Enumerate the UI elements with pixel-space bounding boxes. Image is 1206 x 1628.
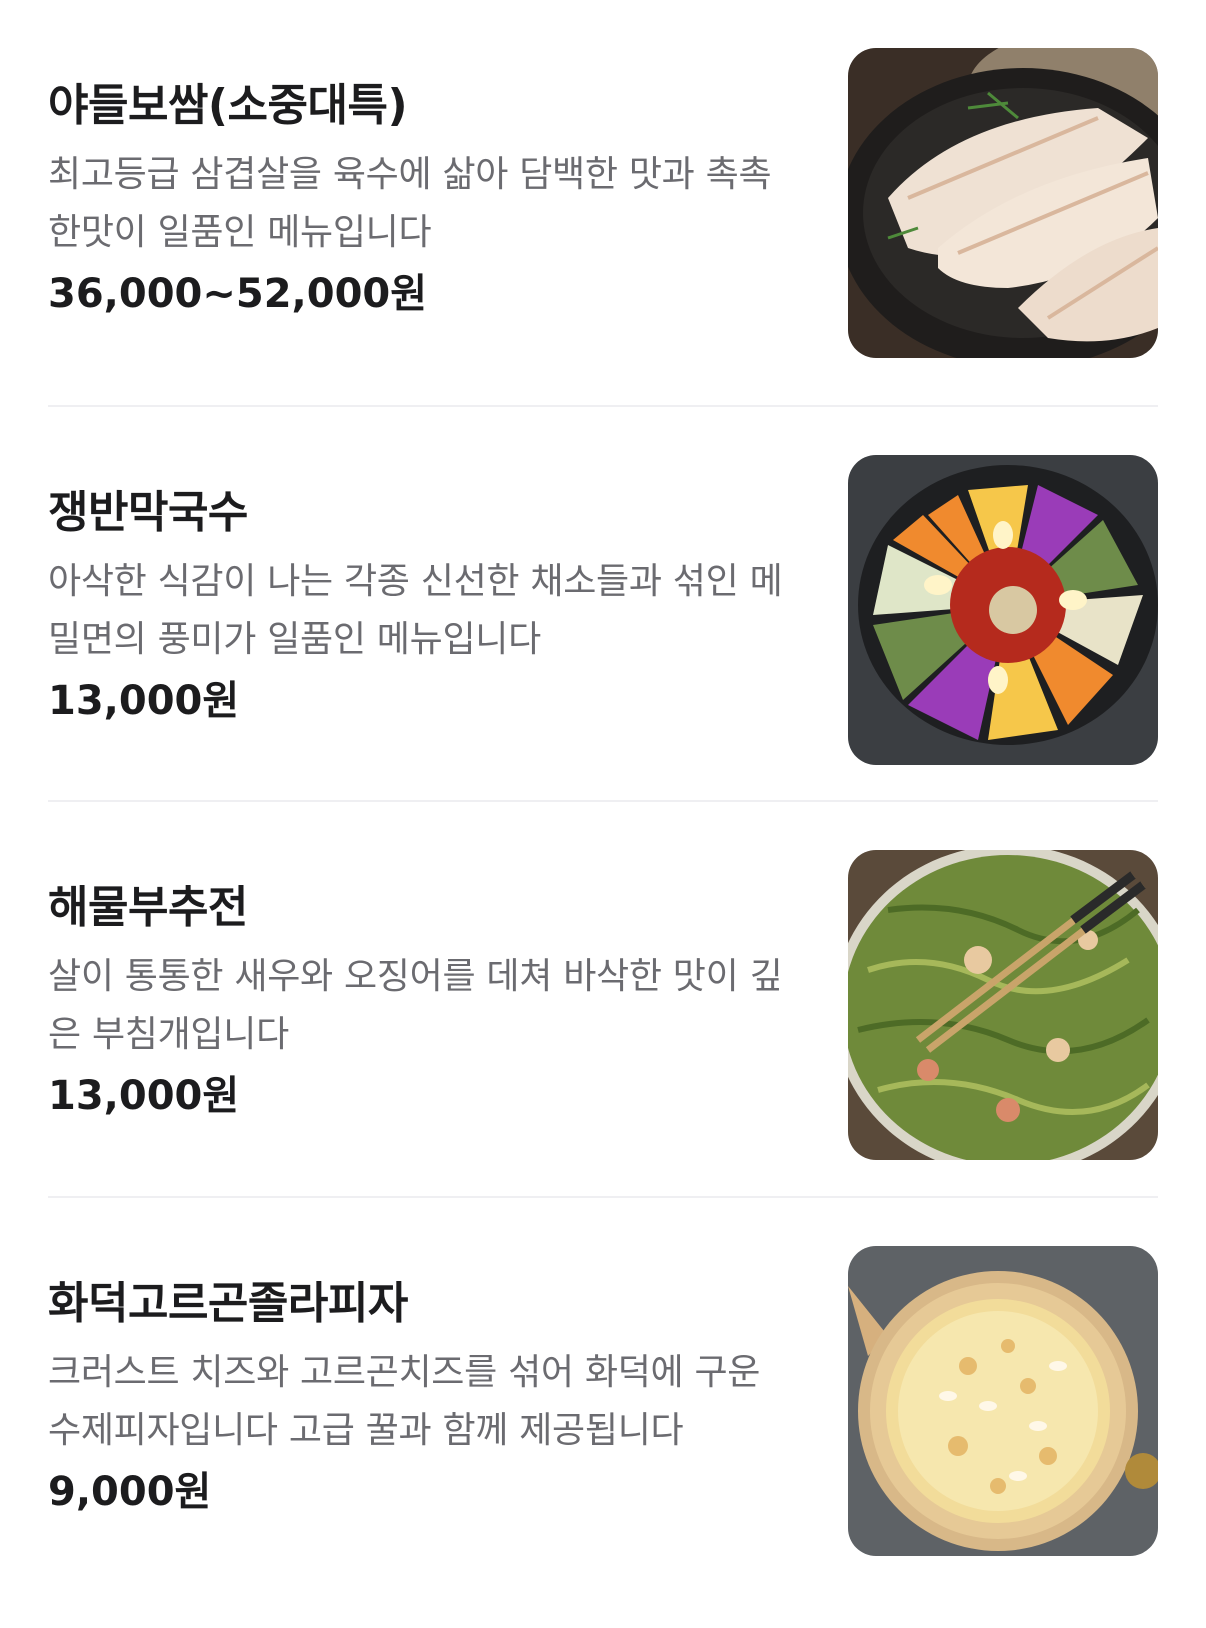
menu-item-price: 13,000원 [48,678,240,724]
menu-item-makguksu[interactable]: 쟁반막국수 아삭한 식감이 나는 각종 신선한 채소들과 섞인 메밀면의 풍미가… [48,455,1158,765]
menu-item-name: 해물부추전 [48,882,248,933]
menu-item-price: 36,000~52,000원 [48,271,428,317]
menu-item-description: 최고등급 삼겹살을 육수에 삶아 담백한 맛과 촉촉한맛이 일품인 메뉴입니다 [48,154,772,253]
bossam-photo[interactable] [848,48,1158,358]
menu-item-bossam[interactable]: 야들보쌈(소중대특) 최고등급 삼겹살을 육수에 삶아 담백한 맛과 촉촉한맛이… [48,48,1158,358]
makguksu-photo[interactable] [848,455,1158,765]
menu-item-text: 야들보쌈(소중대특) 최고등급 삼겹살을 육수에 삶아 담백한 맛과 촉촉한맛이… [48,48,808,358]
makguksu-photo-icon [848,455,1158,765]
menu-list: 야들보쌈(소중대특) 최고등급 삼겹살을 육수에 삶아 담백한 맛과 촉촉한맛이… [0,0,1206,1628]
menu-item-price: 13,000원 [48,1073,240,1119]
menu-item-description: 살이 통통한 새우와 오징어를 데쳐 바삭한 맛이 깊은 부침개입니다 [48,956,783,1055]
menu-item-description: 아삭한 식감이 나는 각종 신선한 채소들과 섞인 메밀면의 풍미가 일품인 메… [48,561,783,660]
bossam-photo-icon [848,48,1158,358]
menu-item-pizza[interactable]: 화덕고르곤졸라피자 크러스트 치즈와 고르곤치즈를 섞어 화덕에 구운 수제피자… [48,1246,1158,1556]
buchujeon-photo[interactable] [848,850,1158,1160]
menu-item-text: 쟁반막국수 아삭한 식감이 나는 각종 신선한 채소들과 섞인 메밀면의 풍미가… [48,455,808,765]
menu-item-name: 야들보쌈(소중대특) [48,80,408,131]
menu-item-name: 쟁반막국수 [48,487,248,538]
menu-item-text: 화덕고르곤졸라피자 크러스트 치즈와 고르곤치즈를 섞어 화덕에 구운 수제피자… [48,1246,808,1556]
menu-item-text: 해물부추전 살이 통통한 새우와 오징어를 데쳐 바삭한 맛이 깊은 부침개입니… [48,850,808,1160]
divider [48,405,1158,407]
buchujeon-photo-icon [848,850,1158,1160]
pizza-photo[interactable] [848,1246,1158,1556]
divider [48,1196,1158,1198]
menu-item-price: 9,000원 [48,1469,212,1515]
menu-item-buchujeon[interactable]: 해물부추전 살이 통통한 새우와 오징어를 데쳐 바삭한 맛이 깊은 부침개입니… [48,850,1158,1160]
menu-item-description: 크러스트 치즈와 고르곤치즈를 섞어 화덕에 구운 수제피자입니다 고급 꿀과 … [48,1352,761,1451]
pizza-photo-icon [848,1246,1158,1556]
divider [48,800,1158,802]
menu-item-name: 화덕고르곤졸라피자 [48,1278,408,1329]
